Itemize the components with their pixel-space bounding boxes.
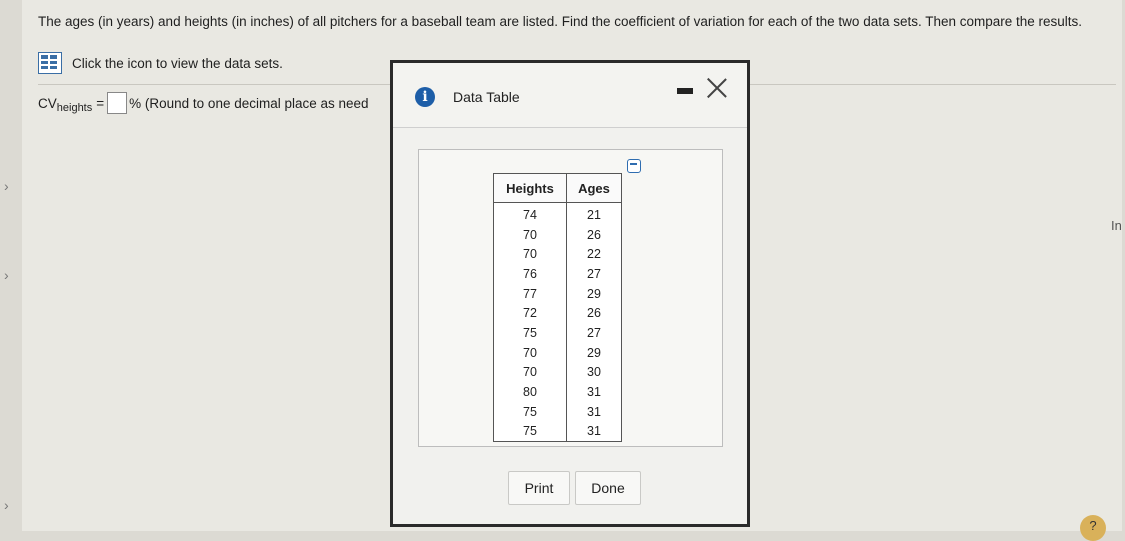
info-icon: i (415, 87, 435, 107)
height-cell: 70 (493, 224, 567, 245)
close-icon[interactable] (706, 77, 728, 99)
cv-answer-input[interactable] (107, 92, 128, 114)
chevron-right-icon[interactable]: › (4, 267, 9, 283)
column-header: Heights (493, 173, 567, 203)
chevron-right-icon[interactable]: › (4, 497, 9, 513)
column-header: Ages (566, 173, 622, 203)
age-cell: 31 (566, 382, 622, 402)
cutoff-text: In (1111, 218, 1122, 233)
table-row: 70 30 (493, 362, 622, 383)
height-cell: 76 (493, 264, 567, 284)
table-frame: Heights Ages 74 21 70 26 70 22 76 27 77 29 72 26 75 2… (418, 149, 723, 447)
table-row: 80 31 (493, 382, 622, 402)
hint-row: Click the icon to view the data sets. (38, 52, 283, 74)
height-cell: 80 (493, 382, 567, 402)
cv-equals: = (96, 95, 105, 111)
height-cell: 70 (493, 244, 567, 265)
cv-subscript: heights (56, 102, 93, 114)
age-cell: 26 (566, 224, 622, 245)
table-row: 70 29 (493, 342, 622, 363)
help-icon[interactable]: ? (1080, 515, 1106, 541)
height-cell: 75 (493, 401, 567, 422)
table-row: 75 31 (493, 401, 622, 422)
dialog-title: Data Table (453, 89, 520, 105)
height-cell: 72 (493, 303, 567, 324)
height-cell: 74 (493, 202, 567, 225)
table-row: 77 29 (493, 283, 622, 304)
table-row: 75 27 (493, 323, 622, 343)
done-button[interactable]: Done (575, 471, 641, 505)
age-cell: 27 (566, 323, 622, 343)
table-row: 74 21 (493, 202, 622, 225)
table-row: 76 27 (493, 264, 622, 284)
data-table: Heights Ages 74 21 70 26 70 22 76 27 77 29 72 26 75 2… (493, 173, 622, 443)
age-cell: 27 (566, 264, 622, 284)
data-table-dialog: i Data Table Heights Ages 74 21 70 26 70 22 76… (390, 60, 750, 527)
copy-icon[interactable] (627, 159, 641, 173)
table-row: 70 22 (493, 244, 622, 265)
height-cell: 75 (493, 421, 567, 443)
data-table-icon[interactable] (38, 52, 62, 74)
age-cell: 26 (566, 303, 622, 324)
height-cell: 70 (493, 362, 567, 383)
age-cell: 31 (566, 421, 622, 443)
age-cell: 31 (566, 401, 622, 422)
height-cell: 70 (493, 342, 567, 363)
age-cell: 29 (566, 342, 622, 363)
height-cell: 77 (493, 283, 567, 304)
age-cell: 22 (566, 244, 622, 265)
table-row: 70 26 (493, 224, 622, 245)
dialog-header: i Data Table (393, 63, 747, 128)
hint-text: Click the icon to view the data sets. (72, 55, 283, 71)
minimize-icon[interactable] (677, 88, 693, 94)
cv-label: CV (38, 95, 57, 111)
height-cell: 75 (493, 323, 567, 343)
age-cell: 30 (566, 362, 622, 383)
age-cell: 21 (566, 202, 622, 225)
question-text: The ages (in years) and heights (in inch… (38, 14, 1083, 29)
cv-answer-row: CV heights = % (Round to one decimal pla… (38, 92, 369, 114)
print-button[interactable]: Print (508, 471, 570, 505)
chevron-right-icon[interactable]: › (4, 178, 9, 194)
table-row: 75 31 (493, 421, 622, 443)
table-row: 72 26 (493, 303, 622, 324)
age-cell: 29 (566, 283, 622, 304)
cv-instruction: % (Round to one decimal place as need (129, 95, 369, 111)
